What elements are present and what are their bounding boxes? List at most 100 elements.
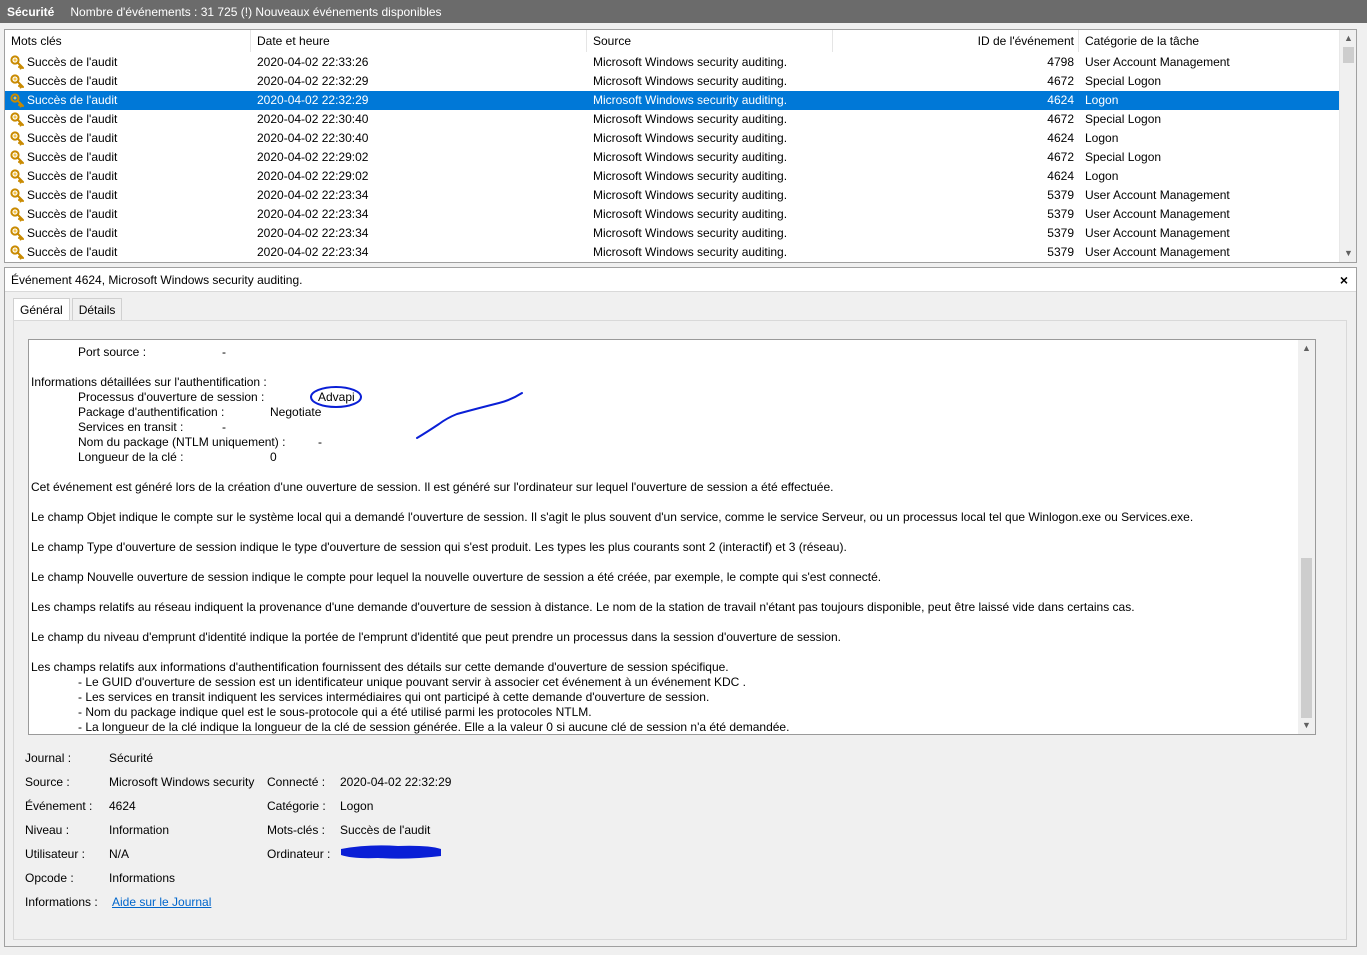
- scroll-down-icon[interactable]: ▼: [1340, 245, 1356, 262]
- row-date: 2020-04-02 22:30:40: [257, 131, 369, 145]
- audit-success-key-icon: [10, 226, 25, 241]
- scroll-up-icon[interactable]: ▲: [1298, 340, 1315, 357]
- row-event-id: 5379: [1047, 207, 1074, 221]
- audit-success-key-icon: [10, 188, 25, 203]
- audit-success-key-icon: [10, 131, 25, 146]
- column-header-date[interactable]: Date et heure: [251, 30, 587, 52]
- column-header-event-id[interactable]: ID de l'événement: [833, 30, 1079, 52]
- close-icon[interactable]: ×: [1340, 268, 1348, 292]
- auth-package-label: Package d'authentification :: [78, 405, 225, 419]
- row-category: Special Logon: [1085, 112, 1162, 126]
- row-date: 2020-04-02 22:33:26: [257, 55, 369, 69]
- table-row[interactable]: Succès de l'audit 2020-04-02 22:30:40 Micr…: [5, 129, 1341, 148]
- row-event-id: 4624: [1047, 131, 1074, 145]
- list-header: Mots clés Date et heure Source ID de l'é…: [5, 30, 1341, 52]
- row-keyword: Succès de l'audit: [27, 245, 118, 259]
- row-source: Microsoft Windows security auditing.: [593, 226, 788, 240]
- audit-success-key-icon: [10, 55, 25, 70]
- row-keyword: Succès de l'audit: [27, 55, 118, 69]
- desc-paragraph-3: Le champ Type d'ouverture de session ind…: [31, 540, 847, 554]
- user-label: Utilisateur :: [25, 847, 86, 861]
- tab-general[interactable]: Général: [13, 298, 70, 321]
- column-header-source[interactable]: Source: [587, 30, 833, 52]
- desc-paragraph-2: Le champ Objet indique le compte sur le …: [31, 510, 1194, 524]
- row-keyword: Succès de l'audit: [27, 93, 118, 107]
- scroll-up-icon[interactable]: ▲: [1340, 30, 1356, 47]
- table-row[interactable]: Succès de l'audit 2020-04-02 22:23:34 Micr…: [5, 205, 1341, 224]
- tab-details[interactable]: Détails: [71, 298, 123, 320]
- row-event-id: 5379: [1047, 245, 1074, 259]
- row-keyword: Succès de l'audit: [27, 169, 118, 183]
- audit-success-key-icon: [10, 169, 25, 184]
- column-header-keywords[interactable]: Mots clés: [5, 30, 251, 52]
- table-row[interactable]: Succès de l'audit 2020-04-02 22:29:02 Micr…: [5, 148, 1341, 167]
- source-value: Microsoft Windows security: [109, 775, 255, 789]
- redacted-computer-name: [341, 845, 441, 859]
- event-log-help-link[interactable]: Aide sur le Journal: [112, 895, 211, 909]
- row-date: 2020-04-02 22:30:40: [257, 112, 369, 126]
- row-event-id: 4672: [1047, 112, 1074, 126]
- table-row[interactable]: Succès de l'audit 2020-04-02 22:23:34 Micr…: [5, 224, 1341, 243]
- row-keyword: Succès de l'audit: [27, 150, 118, 164]
- table-row[interactable]: Succès de l'audit 2020-04-02 22:32:29 Micr…: [5, 72, 1341, 91]
- transited-label: Services en transit :: [78, 420, 184, 434]
- list-scrollbar[interactable]: ▲ ▼: [1339, 30, 1356, 262]
- detail-title: Événement 4624, Microsoft Windows securi…: [5, 268, 1356, 292]
- keylen-label: Longueur de la clé :: [78, 450, 184, 464]
- list-rows: Succès de l'audit 2020-04-02 22:33:26 Micr…: [5, 53, 1341, 262]
- event-list[interactable]: Mots clés Date et heure Source ID de l'é…: [4, 29, 1357, 263]
- desc-paragraph-6: Le champ du niveau d'emprunt d'identité …: [31, 630, 841, 644]
- row-source: Microsoft Windows security auditing.: [593, 93, 788, 107]
- event-count-info[interactable]: Nombre d'événements : 31 725 (!) Nouveau…: [70, 5, 441, 19]
- journal-value: Sécurité: [109, 751, 154, 765]
- row-category: User Account Management: [1085, 188, 1230, 202]
- opcode-value: Informations: [109, 871, 176, 885]
- desc-bullet-2: - Les services en transit indiquent les …: [78, 690, 710, 704]
- table-row[interactable]: Succès de l'audit 2020-04-02 22:29:02 Micr…: [5, 167, 1341, 186]
- row-date: 2020-04-02 22:23:34: [257, 188, 369, 202]
- audit-success-key-icon: [10, 112, 25, 127]
- computer-label: Ordinateur :: [267, 847, 331, 861]
- ntlm-value: -: [318, 435, 322, 449]
- category-value: Logon: [340, 799, 374, 813]
- row-event-id: 4672: [1047, 74, 1074, 88]
- level-value: Information: [109, 823, 170, 837]
- table-row[interactable]: Succès de l'audit 2020-04-02 22:30:40 Micr…: [5, 110, 1341, 129]
- row-keyword: Succès de l'audit: [27, 131, 118, 145]
- table-row[interactable]: Succès de l'audit 2020-04-02 22:33:26 Micr…: [5, 53, 1341, 72]
- keywords-value: Succès de l'audit: [340, 823, 431, 837]
- row-source: Microsoft Windows security auditing.: [593, 150, 788, 164]
- table-row[interactable]: Succès de l'audit 2020-04-02 22:23:34 Micr…: [5, 186, 1341, 205]
- category-label: Catégorie :: [267, 799, 326, 813]
- row-date: 2020-04-02 22:29:02: [257, 169, 369, 183]
- desc-bullet-4: - La longueur de la clé indique la longu…: [78, 720, 790, 734]
- row-keyword: Succès de l'audit: [27, 74, 118, 88]
- column-header-category[interactable]: Catégorie de la tâche: [1079, 30, 1341, 52]
- row-date: 2020-04-02 22:32:29: [257, 93, 369, 107]
- scroll-thumb[interactable]: [1343, 47, 1354, 63]
- row-category: User Account Management: [1085, 207, 1230, 221]
- table-row[interactable]: Succès de l'audit 2020-04-02 22:32:29 Micr…: [5, 91, 1341, 110]
- row-category: Special Logon: [1085, 150, 1162, 164]
- audit-success-key-icon: [10, 150, 25, 165]
- desc-paragraph-1: Cet événement est généré lors de la créa…: [31, 480, 834, 494]
- connected-value: 2020-04-02 22:32:29: [340, 775, 452, 789]
- row-category: Logon: [1085, 169, 1119, 183]
- scroll-down-icon[interactable]: ▼: [1298, 717, 1315, 734]
- desc-bullet-1: - Le GUID d'ouverture de session est un …: [78, 675, 746, 689]
- row-source: Microsoft Windows security auditing.: [593, 245, 788, 259]
- keylen-value: 0: [270, 450, 277, 464]
- desc-bullet-3: - Nom du package indique quel est le sou…: [78, 705, 592, 719]
- table-row[interactable]: Succès de l'audit 2020-04-02 22:23:34 Micr…: [5, 243, 1341, 262]
- row-date: 2020-04-02 22:32:29: [257, 74, 369, 88]
- event-description-box[interactable]: Port source : - Informations détaillées …: [28, 339, 1316, 735]
- row-event-id: 4624: [1047, 169, 1074, 183]
- description-scrollbar[interactable]: ▲ ▼: [1298, 340, 1315, 734]
- desc-paragraph-5: Les champs relatifs au réseau indiquent …: [31, 600, 1135, 614]
- row-keyword: Succès de l'audit: [27, 226, 118, 240]
- scroll-thumb[interactable]: [1301, 558, 1312, 718]
- row-keyword: Succès de l'audit: [27, 188, 118, 202]
- row-event-id: 4624: [1047, 93, 1074, 107]
- row-event-id: 4672: [1047, 150, 1074, 164]
- audit-success-key-icon: [10, 245, 25, 260]
